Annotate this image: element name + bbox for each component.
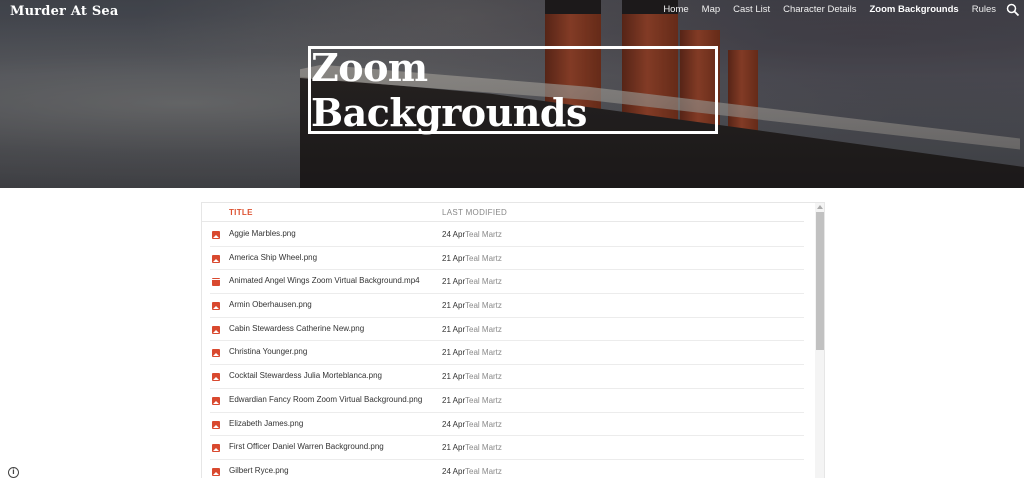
file-name[interactable]: Christina Younger.png	[229, 347, 307, 356]
file-name[interactable]: First Officer Daniel Warren Background.p…	[229, 442, 384, 451]
file-modified-by: Teal Martz	[465, 277, 502, 287]
file-row[interactable]: Aggie Marbles.png 24 Apr Teal Martz	[210, 223, 804, 247]
file-modified-date: 24 Apr	[442, 230, 466, 239]
file-modified-date: 21 Apr	[442, 348, 466, 358]
image-file-icon	[212, 302, 220, 311]
nav-item-zoom-backgrounds[interactable]: Zoom Backgrounds	[870, 4, 959, 16]
top-nav: Home Map Cast List Character Details Zoo…	[663, 4, 996, 16]
site-brand[interactable]: Murder At Sea	[10, 4, 119, 19]
nav-item-cast-list[interactable]: Cast List	[733, 4, 770, 16]
file-row[interactable]: Cocktail Stewardess Julia Morteblanca.pn…	[210, 365, 804, 389]
nav-item-map[interactable]: Map	[702, 4, 720, 16]
file-name[interactable]: Animated Angel Wings Zoom Virtual Backgr…	[229, 276, 420, 285]
image-file-icon	[212, 325, 220, 334]
file-row[interactable]: Animated Angel Wings Zoom Virtual Backgr…	[210, 270, 804, 295]
file-name[interactable]: America Ship Wheel.png	[229, 253, 317, 262]
file-rows: Aggie Marbles.png 24 Apr Teal Martz America…	[210, 223, 804, 478]
file-row[interactable]: Christina Younger.png 21 Apr Teal Martz	[210, 341, 804, 366]
image-file-icon	[212, 467, 220, 476]
file-modified-date: 21 Apr	[442, 443, 466, 453]
file-modified-by: Teal Martz	[465, 443, 502, 453]
file-name[interactable]: Aggie Marbles.png	[229, 229, 296, 238]
file-modified-date: 21 Apr	[442, 324, 466, 334]
file-modified-date: 21 Apr	[442, 395, 466, 405]
info-icon[interactable]: i	[8, 467, 19, 478]
file-modified-by: Teal Martz	[465, 395, 502, 405]
search-icon[interactable]	[1006, 3, 1020, 17]
file-modified-by: Teal Martz	[465, 419, 502, 429]
page-title: Zoom Backgrounds	[311, 45, 587, 135]
file-modified-date: 24 Apr	[442, 466, 466, 476]
image-file-icon	[212, 396, 220, 405]
file-list-panel: TITLE LAST MODIFIED Aggie Marbles.png 24 …	[201, 202, 825, 478]
video-file-icon	[212, 278, 220, 287]
image-file-icon	[212, 420, 220, 429]
image-file-icon	[212, 349, 220, 358]
file-name[interactable]: Elizabeth James.png	[229, 419, 303, 428]
page-title-frame: Zoom Backgrounds	[308, 45, 718, 135]
file-modified-by: Teal Martz	[465, 372, 502, 382]
file-list-header: TITLE LAST MODIFIED	[202, 203, 804, 222]
file-row[interactable]: Cabin Stewardess Catherine New.png 21 Apr…	[210, 318, 804, 342]
scroll-up-arrow-icon[interactable]	[817, 205, 823, 209]
file-modified-by: Teal Martz	[465, 348, 502, 358]
file-row[interactable]: Elizabeth James.png 24 Apr Teal Martz	[210, 413, 804, 437]
nav-item-rules[interactable]: Rules	[972, 4, 996, 16]
file-modified-by: Teal Martz	[465, 324, 502, 334]
scroll-thumb[interactable]	[816, 212, 824, 350]
file-row[interactable]: Edwardian Fancy Room Zoom Virtual Backgr…	[210, 389, 804, 413]
image-file-icon	[212, 444, 220, 453]
file-name[interactable]: Gilbert Ryce.png	[229, 466, 289, 475]
file-name[interactable]: Cocktail Stewardess Julia Morteblanca.pn…	[229, 371, 382, 380]
file-modified-date: 24 Apr	[442, 419, 466, 429]
nav-item-home[interactable]: Home	[663, 4, 688, 16]
image-file-icon	[212, 254, 220, 263]
file-row[interactable]: Gilbert Ryce.png 24 Apr Teal Martz	[210, 460, 804, 478]
file-name[interactable]: Edwardian Fancy Room Zoom Virtual Backgr…	[229, 395, 422, 404]
file-modified-date: 21 Apr	[442, 253, 466, 263]
file-name[interactable]: Cabin Stewardess Catherine New.png	[229, 324, 364, 333]
hero-banner: Murder At Sea Home Map Cast List Charact…	[0, 0, 1024, 188]
file-name[interactable]: Armin Oberhausen.png	[229, 300, 312, 309]
scrollbar[interactable]	[815, 203, 824, 478]
file-modified-date: 21 Apr	[442, 301, 466, 311]
image-file-icon	[212, 373, 220, 382]
image-file-icon	[212, 231, 220, 239]
file-row[interactable]: America Ship Wheel.png 21 Apr Teal Martz	[210, 247, 804, 271]
column-header-title[interactable]: TITLE	[229, 208, 253, 217]
nav-item-character-details[interactable]: Character Details	[783, 4, 856, 16]
file-modified-date: 21 Apr	[442, 277, 466, 287]
file-modified-date: 21 Apr	[442, 372, 466, 382]
file-modified-by: Teal Martz	[465, 253, 502, 263]
file-modified-by: Teal Martz	[465, 301, 502, 311]
file-row[interactable]: Armin Oberhausen.png 21 Apr Teal Martz	[210, 294, 804, 318]
file-modified-by: Teal Martz	[465, 230, 502, 239]
column-header-last-modified[interactable]: LAST MODIFIED	[442, 208, 507, 217]
file-modified-by: Teal Martz	[465, 466, 502, 476]
file-row[interactable]: First Officer Daniel Warren Background.p…	[210, 436, 804, 460]
